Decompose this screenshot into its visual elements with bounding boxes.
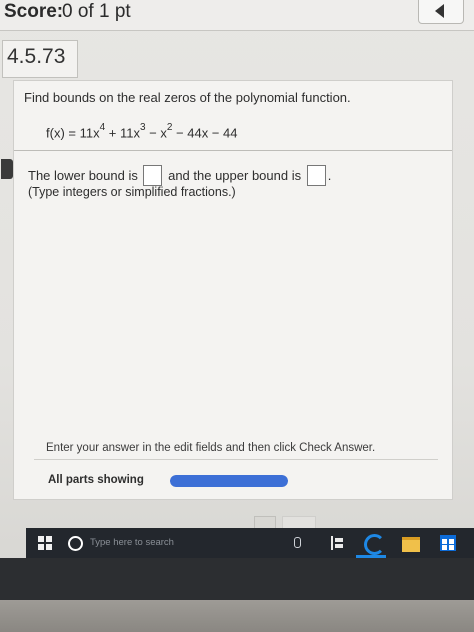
polynomial-formula: f(x) = 11x4 + 11x3 − x2 − 44x − 44 [46, 122, 238, 141]
lower-bound-input[interactable] [143, 165, 163, 186]
task-view-icon[interactable] [331, 536, 343, 550]
instruction-divider [34, 459, 438, 460]
question-panel: Find bounds on the real zeros of the pol… [1, 80, 453, 500]
previous-question-button[interactable] [418, 0, 464, 24]
score-label: Score: [4, 1, 64, 22]
formula-exp-1: 4 [99, 122, 106, 133]
answer-prefix: The lower bound is [28, 168, 138, 183]
cortana-icon[interactable] [68, 536, 83, 551]
parts-label: All parts showing [48, 474, 144, 486]
instruction-text: Enter your answer in the edit fields and… [46, 442, 376, 454]
upper-bound-input[interactable] [306, 165, 326, 186]
score-bar: Score: 0 of 1 pt [0, 0, 474, 31]
question-prompt: Find bounds on the real zeros of the pol… [24, 90, 351, 105]
answer-hint: (Type integers or simplified fractions.) [28, 185, 236, 199]
progress-fill [170, 475, 288, 487]
file-explorer-icon[interactable] [402, 537, 420, 552]
formula-tail: − 44x − 44 [172, 125, 238, 141]
divider [14, 150, 452, 151]
parts-progress-bar [170, 475, 288, 487]
score-value: 0 of 1 pt [62, 1, 131, 22]
answer-middle: and the upper bound is [168, 168, 302, 183]
screen: Score: 0 of 1 pt 4.5.73 Find bounds on t… [0, 0, 474, 600]
edge-browser-icon[interactable] [364, 534, 385, 555]
chevron-left-icon [435, 4, 444, 18]
question-number: 4.5.73 [7, 45, 66, 68]
microphone-icon[interactable] [294, 537, 301, 548]
taskbar: Type here to search [26, 528, 474, 558]
windows-start-icon[interactable] [38, 536, 52, 550]
formula-mid-2: − x [145, 125, 167, 141]
question-number-box: 4.5.73 [2, 40, 78, 78]
monitor-bezel [0, 558, 474, 600]
desk-surface [0, 600, 474, 632]
store-icon[interactable] [440, 535, 456, 551]
part-marker [1, 159, 13, 179]
answer-line: The lower bound is and the upper bound i… [28, 165, 331, 186]
taskbar-search-input[interactable]: Type here to search [90, 537, 174, 548]
answer-suffix: . [327, 168, 332, 183]
formula-exp-3: 2 [166, 122, 173, 133]
formula-lhs: f(x) = 11x [46, 125, 100, 141]
formula-mid-1: + 11x [105, 125, 140, 141]
formula-exp-2: 3 [139, 122, 146, 133]
